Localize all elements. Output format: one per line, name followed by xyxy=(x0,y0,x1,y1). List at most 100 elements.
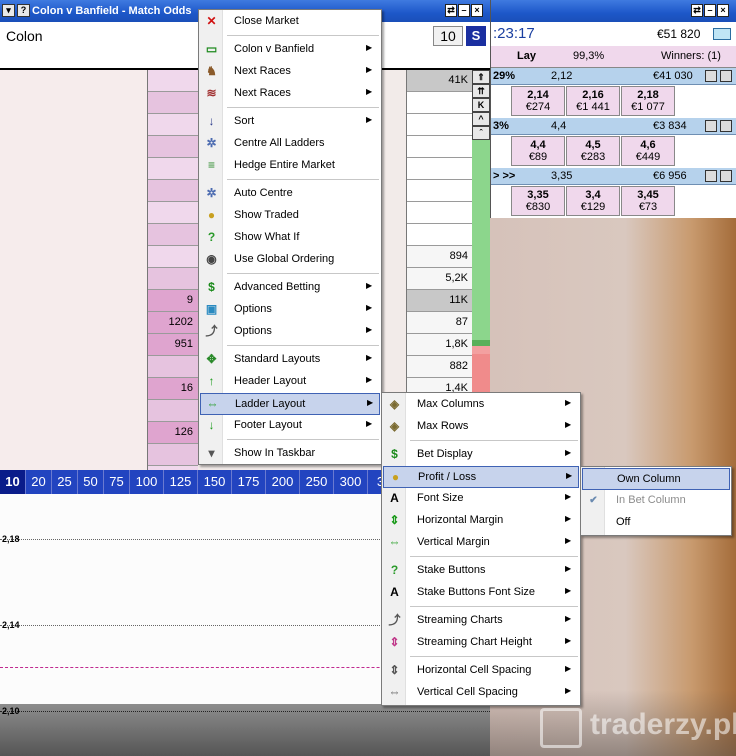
price-cell[interactable]: 2,16 €1 441 xyxy=(566,86,620,116)
market-window-titlebar[interactable]: ⇄ – × xyxy=(491,0,736,22)
runner-header[interactable]: > >> 3,35 €6 956 xyxy=(491,168,736,185)
menu-item-standard-layouts[interactable]: ✥ Standard Layouts ▶ xyxy=(200,349,380,371)
ladder-back-cell[interactable] xyxy=(148,268,198,290)
minimize-icon[interactable]: – xyxy=(458,4,470,17)
menu-item-next-races[interactable]: ≋ Next Races ▶ xyxy=(200,83,380,105)
runner-header[interactable]: 3% 4,4 €3 834 xyxy=(491,118,736,135)
ladder-volume-cell[interactable]: 1,8K xyxy=(407,334,473,356)
ladder-volume-cell[interactable] xyxy=(407,92,473,114)
menu-item-own-column[interactable]: Own Column xyxy=(582,468,730,490)
menu-item-horizontal-cell-spacing[interactable]: ⇕ Horizontal Cell Spacing ▶ xyxy=(383,660,579,682)
menu-item-stake-buttons[interactable]: ? Stake Buttons ▶ xyxy=(383,560,579,582)
scroll-up-icon[interactable]: ^ xyxy=(472,112,490,126)
menu-item-footer-layout[interactable]: ↓ Footer Layout ▶ xyxy=(200,415,380,437)
price-cell[interactable]: 3,45 €73 xyxy=(621,186,675,216)
minimize-icon[interactable]: – xyxy=(704,4,716,17)
ladder-back-cell[interactable] xyxy=(148,444,198,466)
help-icon[interactable]: ? xyxy=(17,4,30,17)
bank-icon[interactable] xyxy=(713,28,731,40)
ladder-volume-cell[interactable] xyxy=(407,158,473,180)
refresh-icon[interactable]: ⇄ xyxy=(445,4,457,17)
close-icon[interactable]: × xyxy=(471,4,483,17)
stake-button[interactable]: 75 xyxy=(104,470,130,494)
stake-button[interactable]: 125 xyxy=(164,470,198,494)
scroll-page-up-icon[interactable]: ⇈ xyxy=(472,84,490,98)
price-cell[interactable]: 3,35 €830 xyxy=(511,186,565,216)
runner-header[interactable]: 29% 2,12 €41 030 xyxy=(491,68,736,85)
ladder-back-cell[interactable] xyxy=(148,92,198,114)
menu-item-profit-loss[interactable]: ● Profit / Loss ▶ xyxy=(383,466,579,488)
menu-item-options[interactable]: ⤴ Options ▶ xyxy=(200,321,380,343)
stake-button[interactable]: 50 xyxy=(78,470,104,494)
runner-chart-icon[interactable] xyxy=(705,170,717,182)
ladder-volume-cell[interactable]: 87 xyxy=(407,312,473,334)
menu-item-header-layout[interactable]: ↑ Header Layout ▶ xyxy=(200,371,380,393)
price-cell[interactable]: 3,4 €129 xyxy=(566,186,620,216)
ladder-volume-cell[interactable] xyxy=(407,224,473,246)
ladder-volume-cell[interactable]: 41K xyxy=(407,70,473,92)
ladder-back-cell[interactable] xyxy=(148,114,198,136)
ladder-back-cell[interactable] xyxy=(148,158,198,180)
menu-item-ladder-layout[interactable]: ⇔ Ladder Layout ▶ xyxy=(200,393,380,415)
ladder-back-cell[interactable]: 951 xyxy=(148,334,198,356)
runner-ladder-icon[interactable] xyxy=(720,170,732,182)
ladder-volume-cell[interactable]: 11K xyxy=(407,290,473,312)
ladder-volume-cell[interactable]: 5,2K xyxy=(407,268,473,290)
menu-item-horizontal-margin[interactable]: ⇕ Horizontal Margin ▶ xyxy=(383,510,579,532)
runner-ladder-icon[interactable] xyxy=(720,70,732,82)
runner-ladder-icon[interactable] xyxy=(720,120,732,132)
ladder-back-cell[interactable]: 16 xyxy=(148,378,198,400)
ladder-volume-cell[interactable] xyxy=(407,136,473,158)
scroll-fast-up-icon[interactable]: K xyxy=(472,98,490,112)
menu-item-options[interactable]: ▣ Options ▶ xyxy=(200,299,380,321)
ladder-back-column[interactable]: 9 1202 951 16 126 xyxy=(148,70,198,470)
ladder-volume-cell[interactable]: 882 xyxy=(407,356,473,378)
menu-item-streaming-chart-height[interactable]: ⇕ Streaming Chart Height ▶ xyxy=(383,632,579,654)
stake-button[interactable]: 150 xyxy=(198,470,232,494)
stake-button[interactable]: 20 xyxy=(26,470,52,494)
stake-button[interactable]: 100 xyxy=(130,470,164,494)
menu-item-max-columns[interactable]: ◈ Max Columns ▶ xyxy=(383,394,579,416)
menu-item-auto-centre[interactable]: ✲ Auto Centre xyxy=(200,183,380,205)
menu-item-stake-buttons-font-size[interactable]: A Stake Buttons Font Size ▶ xyxy=(383,582,579,604)
menu-item-streaming-charts[interactable]: ⤴ Streaming Charts ▶ xyxy=(383,610,579,632)
runner-chart-icon[interactable] xyxy=(705,70,717,82)
window-menu-icon[interactable]: ▾ xyxy=(2,4,15,17)
menu-item-max-rows[interactable]: ◈ Max Rows ▶ xyxy=(383,416,579,438)
ladder-volume-cell[interactable] xyxy=(407,202,473,224)
close-icon[interactable]: × xyxy=(717,4,729,17)
ladder-back-cell[interactable] xyxy=(148,400,198,422)
menu-item-close-market[interactable]: ✕ Close Market xyxy=(200,11,380,33)
menu-item-font-size[interactable]: A Font Size ▶ xyxy=(383,488,579,510)
s-button[interactable]: S xyxy=(466,26,486,46)
stake-button[interactable]: 25 xyxy=(52,470,78,494)
scroll-top-icon[interactable]: ⇑ xyxy=(472,70,490,84)
price-cell[interactable]: 2,18 €1 077 xyxy=(621,86,675,116)
price-cell[interactable]: 4,6 €449 xyxy=(621,136,675,166)
menu-item-sort[interactable]: ↓ Sort ▶ xyxy=(200,111,380,133)
menu-item-vertical-cell-spacing[interactable]: ⇔ Vertical Cell Spacing ▶ xyxy=(383,682,579,704)
ladder-back-cell[interactable] xyxy=(148,180,198,202)
runner-chart-icon[interactable] xyxy=(705,120,717,132)
stake-button[interactable]: 175 xyxy=(232,470,266,494)
ladder-back-cell[interactable]: 9 xyxy=(148,290,198,312)
ladder-back-cell[interactable] xyxy=(148,224,198,246)
price-cell[interactable]: 2,14 €274 xyxy=(511,86,565,116)
scroll-step-up-icon[interactable]: ˆ xyxy=(472,126,490,140)
menu-item-colon-v-banfield[interactable]: ▭ Colon v Banfield ▶ xyxy=(200,39,380,61)
ladder-volume-cell[interactable] xyxy=(407,114,473,136)
ladder-back-cell[interactable] xyxy=(148,202,198,224)
ladder-back-cell[interactable]: 126 xyxy=(148,422,198,444)
menu-item-show-what-if[interactable]: ? Show What If xyxy=(200,227,380,249)
menu-item-centre-all-ladders[interactable]: ✲ Centre All Ladders xyxy=(200,133,380,155)
ladder-volume-cell[interactable]: 894 xyxy=(407,246,473,268)
ladder-back-cell[interactable] xyxy=(148,136,198,158)
stake-button[interactable]: 10 xyxy=(0,470,26,494)
ladder-back-cell[interactable] xyxy=(148,246,198,268)
menu-item-bet-display[interactable]: $ Bet Display ▶ xyxy=(383,444,579,466)
ladder-back-cell[interactable] xyxy=(148,356,198,378)
price-cell[interactable]: 4,5 €283 xyxy=(566,136,620,166)
menu-item-off[interactable]: Off xyxy=(582,512,730,534)
ladder-back-cell[interactable]: 1202 xyxy=(148,312,198,334)
ladder-back-cell[interactable] xyxy=(148,70,198,92)
